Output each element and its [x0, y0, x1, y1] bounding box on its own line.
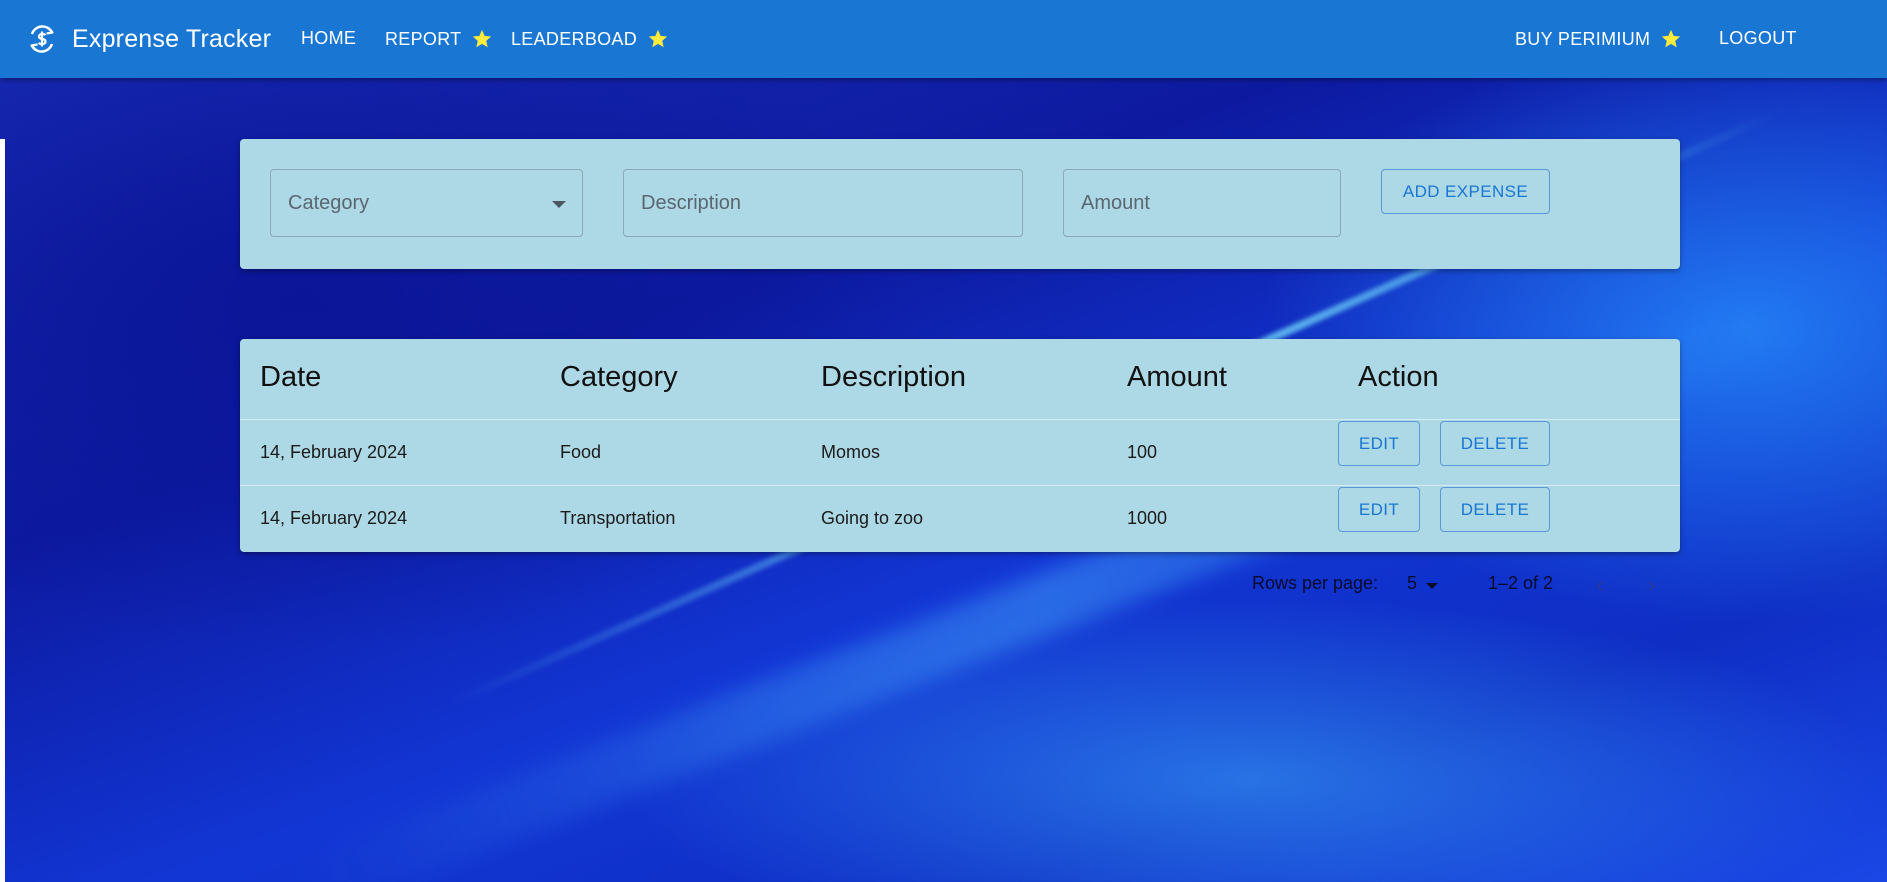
cell-category: Transportation	[560, 508, 676, 528]
cell-category: Food	[560, 442, 602, 462]
column-header-action: Action	[1358, 361, 1439, 393]
nav-logout-label: LOGOUT	[1719, 28, 1797, 48]
add-expense-form: Category Description Amount ADD EXPENSE	[240, 139, 1680, 269]
nav-buy-premium-link[interactable]: BUY PERIMIUM	[1515, 28, 1682, 50]
nav-leaderboard-link[interactable]: LEADERBOAD	[511, 28, 669, 50]
delete-button[interactable]: DELETE	[1440, 487, 1550, 532]
description-input[interactable]: Description	[623, 169, 1023, 237]
chevron-left-icon[interactable]: ‹	[1596, 572, 1603, 598]
cell-description: Momos	[821, 442, 881, 462]
left-edge-strip	[0, 139, 5, 882]
delete-button[interactable]: DELETE	[1440, 421, 1550, 466]
column-header-description: Description	[821, 361, 967, 393]
nav-home-link[interactable]: HOME	[301, 28, 356, 49]
cell-amount: 100	[1127, 442, 1158, 462]
column-header-date: Date	[260, 361, 322, 393]
nav-report-link[interactable]: REPORT	[385, 28, 493, 50]
edit-button[interactable]: EDIT	[1338, 421, 1420, 466]
app-title: Exprense Tracker	[72, 24, 272, 53]
nav-report-label: REPORT	[385, 28, 462, 49]
star-icon	[1660, 28, 1682, 50]
rows-per-page-label: Rows per page:	[1252, 573, 1379, 593]
amount-placeholder: Amount	[1081, 192, 1150, 214]
page-range: 1–2 of 2	[1488, 573, 1554, 593]
expense-table: Date Category Description Amount Action …	[240, 339, 1680, 552]
row-divider	[240, 485, 1680, 486]
brand[interactable]: Exprense Tracker	[26, 22, 271, 56]
edit-button[interactable]: EDIT	[1338, 487, 1420, 532]
category-select[interactable]: Category	[270, 169, 583, 237]
app-bar: Exprense Tracker HOME REPORT LEADERBOAD …	[0, 0, 1887, 78]
currency-exchange-icon	[26, 23, 58, 55]
amount-input[interactable]: Amount	[1063, 169, 1341, 237]
rows-per-page-select[interactable]: 5	[1407, 573, 1417, 594]
cell-date: 14, February 2024	[260, 508, 408, 528]
dropdown-arrow-icon	[552, 201, 566, 208]
column-header-amount: Amount	[1127, 361, 1227, 393]
nav-logout-link[interactable]: LOGOUT	[1719, 28, 1797, 49]
chevron-right-icon[interactable]: ›	[1648, 572, 1655, 598]
column-header-category: Category	[560, 361, 678, 393]
description-placeholder: Description	[641, 192, 742, 214]
cell-description: Going to zoo	[821, 508, 924, 528]
category-placeholder: Category	[288, 192, 370, 214]
star-icon	[647, 28, 669, 50]
nav-leaderboard-label: LEADERBOAD	[511, 28, 638, 49]
cell-date: 14, February 2024	[260, 442, 408, 462]
row-divider	[240, 419, 1680, 420]
nav-home-label: HOME	[301, 28, 357, 48]
nav-buy-premium-label: BUY PERIMIUM	[1515, 28, 1651, 49]
star-icon	[471, 28, 493, 50]
dropdown-arrow-icon	[1426, 583, 1438, 589]
add-expense-button[interactable]: ADD EXPENSE	[1381, 169, 1550, 214]
cell-amount: 1000	[1127, 508, 1168, 528]
